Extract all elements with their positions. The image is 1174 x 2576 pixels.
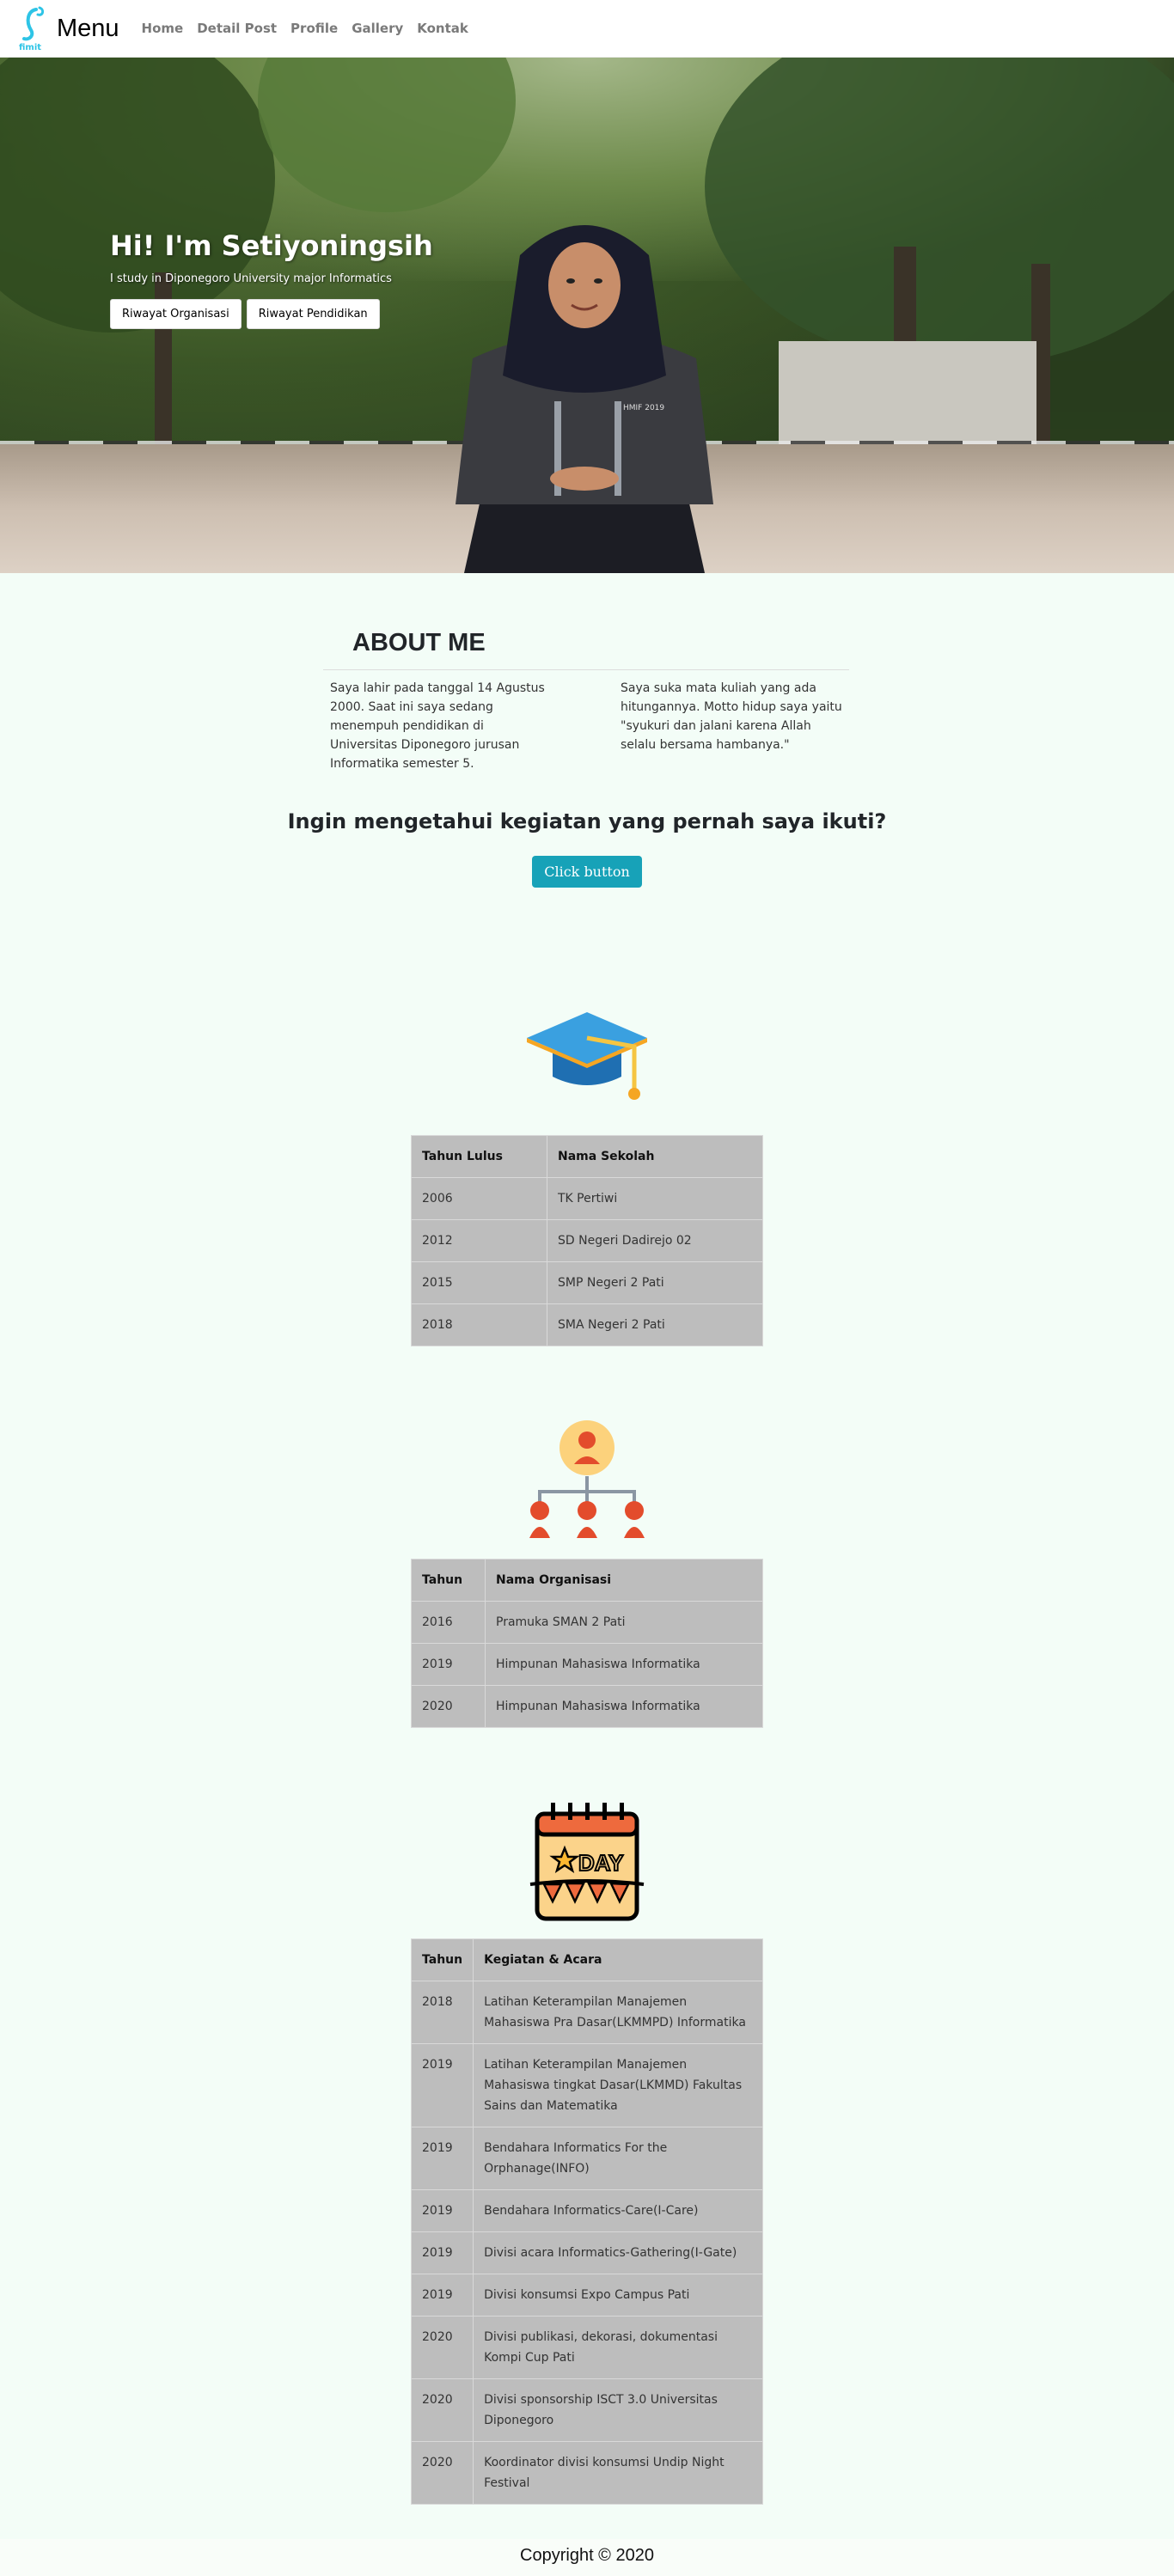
table-cell: SMP Negeri 2 Pati <box>547 1261 763 1304</box>
table-row: 2012 SD Negeri Dadirejo 02 <box>411 1219 763 1262</box>
education-section: Tahun Lulus Nama Sekolah 2006 TK Pertiwi … <box>0 1008 1174 1346</box>
table-cell: 2019 <box>411 1643 486 1686</box>
click-button[interactable]: Click button <box>532 856 642 888</box>
table-cell: 2019 <box>410 2043 474 2127</box>
table-cell: 2019 <box>410 2231 474 2274</box>
events-table: Tahun Kegiatan & Acara 2018 Latihan Keter… <box>410 1938 763 2505</box>
table-header: Nama Organisasi <box>485 1559 763 1602</box>
table-cell: 2019 <box>410 2127 474 2190</box>
table-row: 2020 Divisi publikasi, dekorasi, dokument… <box>410 2316 763 2379</box>
table-row: 2020 Koordinator divisi konsumsi Undip Ni… <box>410 2441 763 2505</box>
calendar-day-icon: DAY <box>529 1803 645 1921</box>
about-paragraph-1: Saya lahir pada tanggal 14 Agustus 2000.… <box>330 681 545 771</box>
table-cell: 2020 <box>411 1685 486 1728</box>
table-cell: Divisi publikasi, dekorasi, dokumentasi … <box>473 2316 763 2379</box>
org-chart-icon <box>529 1420 645 1538</box>
table-row: 2019 Bendahara Informatics For the Orphan… <box>410 2127 763 2190</box>
nav-gallery[interactable]: Gallery <box>352 21 403 36</box>
table-cell: 2015 <box>411 1261 547 1304</box>
table-cell: Latihan Keterampilan Manajemen Mahasiswa… <box>473 1981 763 2044</box>
calendar-day-text: DAY <box>578 1850 624 1876</box>
table-cell: TK Pertiwi <box>547 1177 763 1220</box>
table-row: 2019 Bendahara Informatics-Care(I-Care) <box>410 2189 763 2232</box>
table-row: 2020 Divisi sponsorship ISCT 3.0 Universi… <box>410 2378 763 2442</box>
activities-question: Ingin mengetahui kegiatan yang pernah sa… <box>287 809 887 833</box>
table-cell: 2018 <box>410 1981 474 2044</box>
events-section: DAY Tahun Kegiatan & Acara 2018 Latihan K… <box>0 1798 1174 2505</box>
table-cell: Divisi sponsorship ISCT 3.0 Universitas … <box>473 2378 763 2442</box>
table-cell: Latihan Keterampilan Manajemen Mahasiswa… <box>473 2043 763 2127</box>
nav-home[interactable]: Home <box>142 21 184 36</box>
table-row: 2019 Himpunan Mahasiswa Informatika <box>411 1643 763 1686</box>
brand-title[interactable]: Menu <box>57 15 119 43</box>
table-cell: Pramuka SMAN 2 Pati <box>485 1601 763 1644</box>
table-header-row: Tahun Lulus Nama Sekolah <box>411 1135 763 1178</box>
table-header: Tahun <box>410 1938 474 1981</box>
table-cell: Bendahara Informatics-Care(I-Care) <box>473 2189 763 2232</box>
hero-banner: HMIF 2019 Hi! I'm Setiyoningsih I study … <box>0 58 1174 573</box>
logo-text: fimit <box>19 43 41 52</box>
table-cell: 2019 <box>410 2189 474 2232</box>
hero-content: Hi! I'm Setiyoningsih I study in Diponeg… <box>110 229 433 329</box>
nav-profile[interactable]: Profile <box>290 21 338 36</box>
table-row: 2019 Latihan Keterampilan Manajemen Mahas… <box>410 2043 763 2127</box>
table-cell: 2020 <box>410 2378 474 2442</box>
table-row: 2020 Himpunan Mahasiswa Informatika <box>411 1685 763 1728</box>
table-header: Nama Sekolah <box>547 1135 763 1178</box>
table-row: 2019 Divisi konsumsi Expo Campus Pati <box>410 2274 763 2317</box>
table-cell: 2019 <box>410 2274 474 2317</box>
table-header: Kegiatan & Acara <box>473 1938 763 1981</box>
nav-detail-post[interactable]: Detail Post <box>197 21 277 36</box>
table-cell: Divisi konsumsi Expo Campus Pati <box>473 2274 763 2317</box>
profile-photo: HMIF 2019 <box>456 225 713 573</box>
footer: Copyright © 2020 <box>0 2539 1174 2576</box>
fimit-logo[interactable]: fimit <box>17 4 52 52</box>
riwayat-organisasi-button[interactable]: Riwayat Organisasi <box>110 299 242 329</box>
table-header: Tahun Lulus <box>411 1135 547 1178</box>
hero-title: Hi! I'm Setiyoningsih <box>110 229 433 262</box>
navbar: fimit Menu Home Detail Post Profile Gall… <box>0 0 1174 58</box>
jacket-label: HMIF 2019 <box>623 404 664 412</box>
table-cell: Himpunan Mahasiswa Informatika <box>485 1685 763 1728</box>
table-row: 2018 Latihan Keterampilan Manajemen Mahas… <box>410 1981 763 2044</box>
nav-kontak[interactable]: Kontak <box>417 21 468 36</box>
logo-icon: fimit <box>19 6 45 52</box>
table-cell: Divisi acara Informatics-Gathering(I-Gat… <box>473 2231 763 2274</box>
table-cell: Himpunan Mahasiswa Informatika <box>485 1643 763 1686</box>
about-title: ABOUT ME <box>352 629 486 656</box>
organization-table: Tahun Nama Organisasi 2016 Pramuka SMAN 2… <box>411 1559 763 1728</box>
table-row: 2019 Divisi acara Informatics-Gathering(I… <box>410 2231 763 2274</box>
riwayat-pendidikan-button[interactable]: Riwayat Pendidikan <box>246 299 380 329</box>
organization-section: Tahun Nama Organisasi 2016 Pramuka SMAN 2… <box>0 1419 1174 1728</box>
table-row: 2018 SMA Negeri 2 Pati <box>411 1303 763 1346</box>
graduation-cap-icon <box>527 1012 647 1100</box>
about-paragraph-2: Saya suka mata kuliah yang ada hitungann… <box>621 681 842 752</box>
table-row: 2016 Pramuka SMAN 2 Pati <box>411 1601 763 1644</box>
table-cell: Bendahara Informatics For the Orphanage(… <box>473 2127 763 2190</box>
about-columns: Saya lahir pada tanggal 14 Agustus 2000.… <box>330 679 1174 773</box>
table-cell: 2020 <box>410 2316 474 2379</box>
table-header: Tahun <box>411 1559 486 1602</box>
hero-subtitle: I study in Diponegoro University major I… <box>110 272 392 285</box>
table-cell: Koordinator divisi konsumsi Undip Night … <box>473 2441 763 2505</box>
table-cell: SMA Negeri 2 Pati <box>547 1303 763 1346</box>
about-divider <box>323 669 849 670</box>
table-row: 2006 TK Pertiwi <box>411 1177 763 1220</box>
table-header-row: Tahun Nama Organisasi <box>411 1559 763 1602</box>
table-cell: 2020 <box>410 2441 474 2505</box>
hero-button-group: Riwayat Organisasi Riwayat Pendidikan <box>110 299 433 329</box>
table-row: 2015 SMP Negeri 2 Pati <box>411 1261 763 1304</box>
copyright-text: Copyright © 2020 <box>520 2546 654 2565</box>
table-cell: 2012 <box>411 1219 547 1262</box>
about-section: ABOUT ME Saya lahir pada tanggal 14 Agus… <box>0 573 1174 888</box>
table-cell: 2006 <box>411 1177 547 1220</box>
hero-tree <box>705 58 1174 367</box>
education-table: Tahun Lulus Nama Sekolah 2006 TK Pertiwi … <box>411 1135 763 1346</box>
table-cell: SD Negeri Dadirejo 02 <box>547 1219 763 1262</box>
table-cell: 2016 <box>411 1601 486 1644</box>
table-header-row: Tahun Kegiatan & Acara <box>410 1938 763 1981</box>
table-cell: 2018 <box>411 1303 547 1346</box>
